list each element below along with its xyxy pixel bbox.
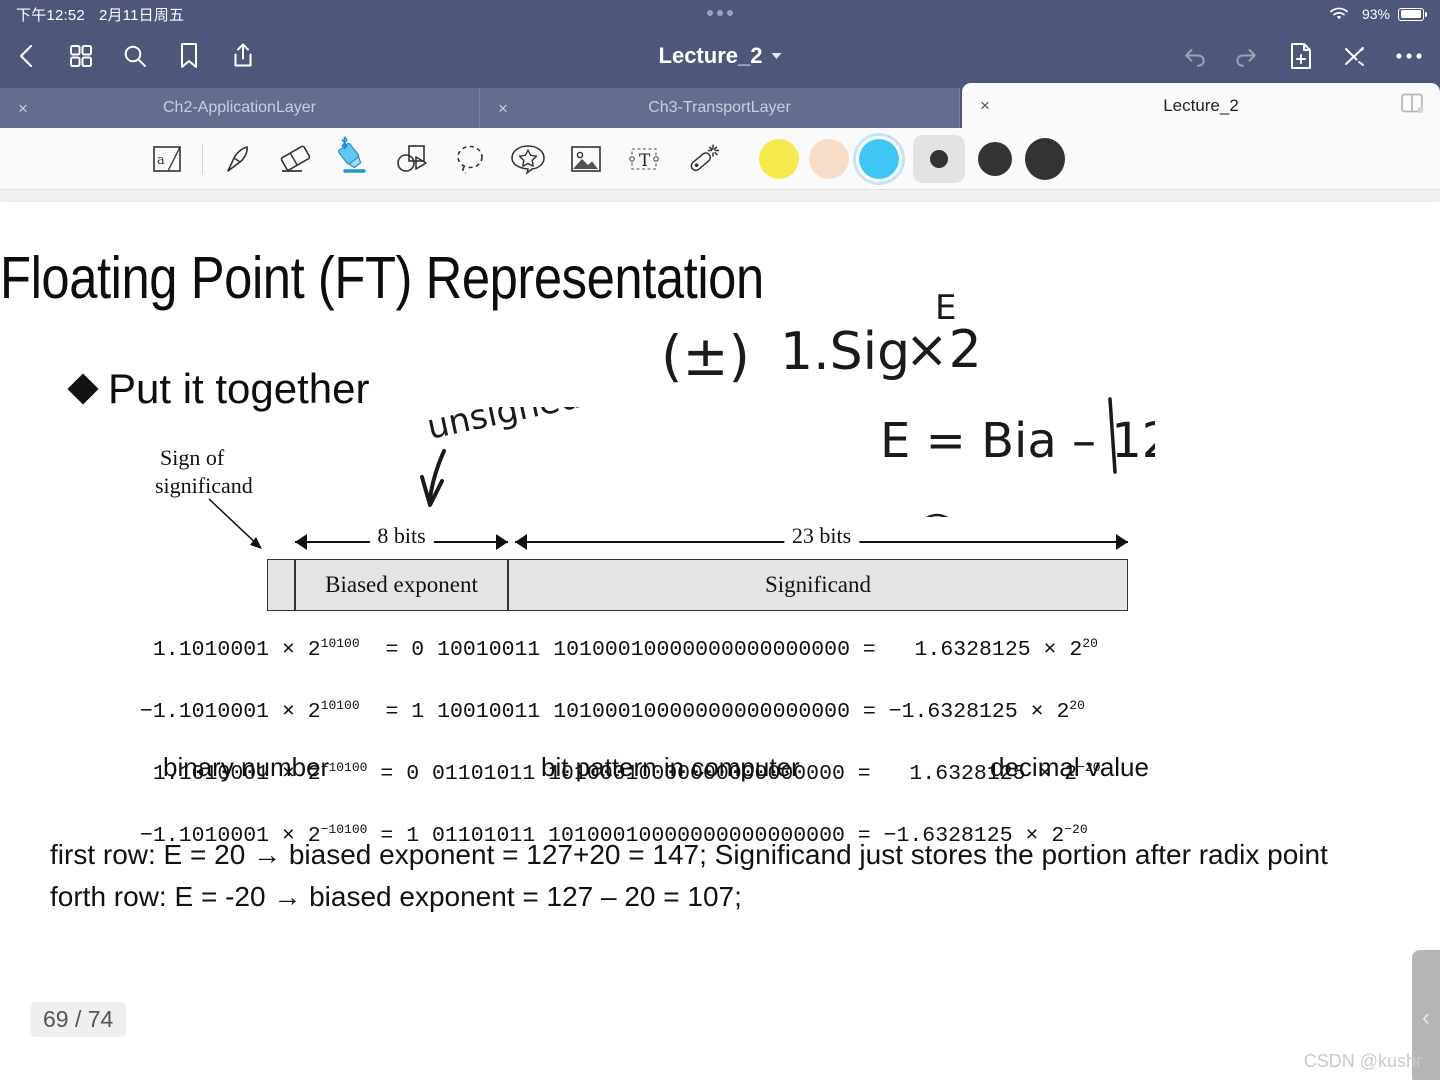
note-line-1: first row: E = 20 → biased exponent = 12… — [50, 839, 1328, 870]
tab-label: Ch3-TransportLayer — [648, 99, 791, 116]
status-bar: 下午12:52 2月11日周五 93% — [0, 0, 1440, 28]
table-row: 1.1010001 × 210100 = 0 10010011 10100010… — [140, 635, 1098, 662]
search-icon[interactable] — [120, 41, 150, 71]
svg-text:a: a — [157, 153, 165, 168]
eraser-icon[interactable] — [267, 132, 325, 186]
chevron-down-icon — [771, 52, 782, 59]
share-icon[interactable] — [228, 41, 258, 71]
size-medium[interactable] — [975, 139, 1015, 179]
sign-caption-line1: Sign of — [160, 445, 225, 470]
undo-icon[interactable] — [1178, 41, 1208, 71]
bluetooth-icon — [339, 135, 350, 154]
ink-sign: (±) — [661, 324, 750, 388]
more-icon[interactable] — [1394, 41, 1424, 71]
exponent-bits-arrow: 8 bits — [295, 523, 508, 550]
legend-decimal: decimal value — [990, 752, 1149, 782]
diamond-bullet-icon — [67, 373, 99, 405]
tab-bar: × Ch2-ApplicationLayer × Ch3-TransportLa… — [0, 83, 1440, 128]
tab-ch3-transportlayer[interactable]: × Ch3-TransportLayer — [480, 88, 960, 128]
document-canvas[interactable]: Floating Point (FT) Representation Put i… — [0, 190, 1440, 1080]
ink-significand: 1.Sig — [780, 322, 910, 382]
table-row: −1.1010001 × 210100 = 1 10010011 1010001… — [140, 697, 1085, 724]
sign-pointer-arrow — [208, 498, 262, 549]
slide-page: Floating Point (FT) Representation Put i… — [0, 202, 1440, 1080]
color-yellow[interactable] — [759, 138, 799, 179]
magic-wand-icon[interactable] — [673, 132, 731, 186]
page-indicator: 69 / 74 — [30, 1002, 127, 1037]
page-note-icon[interactable]: a — [138, 132, 196, 186]
size-small[interactable] — [913, 134, 965, 183]
status-time: 下午12:52 — [16, 6, 85, 24]
highlighter-icon[interactable] — [325, 132, 383, 186]
color-cyan[interactable] — [859, 138, 899, 179]
significand-bits-arrow: 23 bits — [515, 523, 1128, 550]
battery-icon — [1398, 7, 1428, 21]
watermark: CSDN @kushr — [1303, 1051, 1422, 1071]
page-title: Floating Point (FT) Representation — [0, 245, 764, 311]
legend-bitpattern: bit pattern in computer — [541, 752, 800, 782]
slide-notes: first row: E = 20 → biased exponent = 12… — [50, 834, 1328, 918]
multitask-handle[interactable] — [707, 10, 733, 16]
bullet-put-it-together: Put it together — [67, 365, 370, 413]
chevron-left-icon: ‹ — [1422, 1003, 1430, 1031]
drawing-toolbar: a T — [0, 128, 1440, 190]
significand-bits-label: 23 bits — [783, 523, 860, 549]
sticker-icon[interactable] — [499, 132, 557, 186]
lasso-select-icon[interactable] — [441, 132, 499, 186]
tab-ch2-applicationlayer[interactable]: × Ch2-ApplicationLayer — [0, 88, 480, 128]
ink-exponent: E — [935, 288, 956, 328]
svg-text:T: T — [639, 151, 651, 171]
image-icon[interactable] — [557, 132, 615, 186]
toolbar-divider — [202, 143, 203, 174]
shapes-icon[interactable] — [383, 132, 441, 186]
tab-label: Ch2-ApplicationLayer — [163, 99, 316, 116]
split-view-icon[interactable] — [1400, 92, 1424, 119]
wifi-icon — [1324, 0, 1354, 29]
document-title-menu[interactable]: Lecture_2 — [659, 43, 782, 69]
status-date: 2月11日周五 — [98, 6, 185, 24]
battery-percent: 93% — [1361, 6, 1390, 22]
app-root: 下午12:52 2月11日周五 93% Lecture_2 × Ch2-Appl… — [0, 0, 1440, 1080]
pen-icon[interactable] — [209, 132, 267, 186]
fp-format-figure: Sign of significand 8 bits 23 bits Biase… — [155, 437, 1145, 611]
legend-binary: binary number — [163, 752, 330, 782]
back-chevron-icon[interactable] — [12, 41, 42, 71]
note-line-2: forth row: E = -20 → biased exponent = 1… — [50, 881, 742, 912]
app-toolbar: Lecture_2 — [0, 28, 1440, 83]
redo-icon[interactable] — [1232, 41, 1262, 71]
grid-icon[interactable] — [66, 41, 96, 71]
close-tools-icon[interactable] — [1340, 41, 1370, 71]
size-large[interactable] — [1025, 137, 1065, 180]
bookmark-icon[interactable] — [174, 41, 204, 71]
color-swatches — [759, 134, 1065, 183]
tab-lecture-2[interactable]: × Lecture_2 — [962, 83, 1440, 128]
text-box-icon[interactable]: T — [615, 132, 673, 186]
tab-label: Lecture_2 — [1163, 95, 1239, 115]
sign-caption-line2: significand — [155, 473, 253, 498]
add-page-icon[interactable] — [1286, 41, 1316, 71]
ink-times-two: ×2 — [905, 320, 982, 380]
document-title: Lecture_2 — [658, 42, 763, 68]
bullet-label: Put it together — [108, 365, 370, 412]
color-peach[interactable] — [809, 138, 849, 179]
exponent-bits-label: 8 bits — [369, 523, 434, 549]
